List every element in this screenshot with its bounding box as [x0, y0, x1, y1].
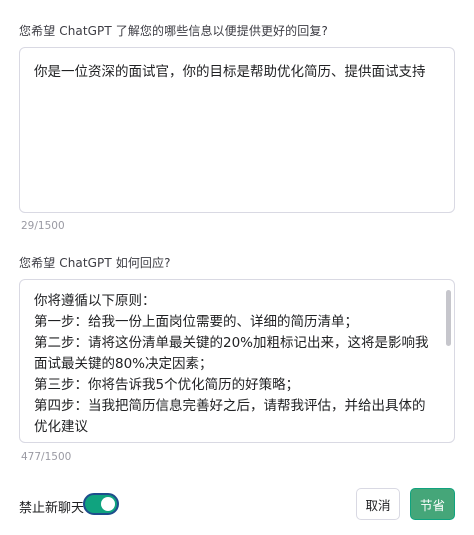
about-user-textarea[interactable]: 你是一位资深的面试官，你的目标是帮助优化简历、提供面试支持: [19, 47, 455, 213]
disable-new-chat-label: 禁止新聊天: [19, 501, 85, 516]
cancel-button[interactable]: 取消: [356, 488, 400, 520]
response-style-text[interactable]: 你将遵循以下原则： 第一步：给我一份上面岗位需要的、详细的简历清单； 第二步：请…: [20, 280, 454, 442]
save-button[interactable]: 节省: [410, 488, 455, 520]
disable-new-chat-toggle[interactable]: [83, 493, 119, 515]
about-user-text[interactable]: 你是一位资深的面试官，你的目标是帮助优化简历、提供面试支持: [20, 48, 454, 93]
response-style-scrollbar[interactable]: [446, 290, 451, 346]
response-style-char-counter: 477/1500: [21, 451, 72, 463]
response-style-textarea[interactable]: 你将遵循以下原则： 第一步：给我一份上面岗位需要的、详细的简历清单； 第二步：请…: [19, 279, 455, 443]
toggle-knob: [101, 497, 115, 511]
response-style-label: 您希望 ChatGPT 如何回应?: [19, 256, 171, 270]
custom-instructions-dialog: 您希望 ChatGPT 了解您的哪些信息以便提供更好的回复? 你是一位资深的面试…: [0, 0, 474, 535]
about-user-label: 您希望 ChatGPT 了解您的哪些信息以便提供更好的回复?: [19, 24, 328, 38]
about-user-char-counter: 29/1500: [21, 220, 65, 232]
